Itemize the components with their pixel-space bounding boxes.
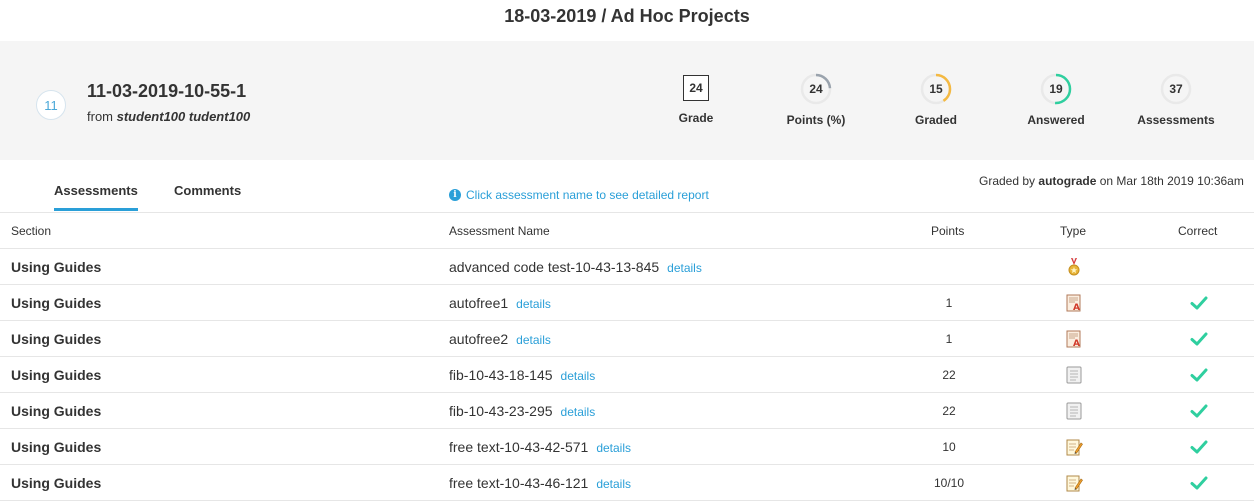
row-assessment-name[interactable]: autofree1 details <box>449 295 551 311</box>
stat-points-label: Points (%) <box>786 113 846 127</box>
row-section: Using Guides <box>11 331 102 347</box>
row-points: 10/10 <box>933 476 965 490</box>
table-row: Using Guides free text-10-43-42-571 detail… <box>0 429 1254 465</box>
row-points: 22 <box>942 404 956 418</box>
medal-icon <box>1064 257 1084 277</box>
stat-graded-value: 15 <box>929 82 943 96</box>
check-icon <box>1189 329 1209 349</box>
assessment-name-text[interactable]: fib-10-43-23-295 <box>449 403 553 419</box>
row-section: Using Guides <box>11 439 102 455</box>
autograded-doc-icon: A <box>1064 293 1084 313</box>
row-points: 1 <box>945 332 953 346</box>
graded-by-date: on Mar 18th 2019 10:36am <box>1099 174 1244 188</box>
graded-by-prefix: Graded by <box>979 174 1036 188</box>
points-ring: 24 <box>800 73 832 105</box>
table-row: Using Guides free text-10-43-46-121 detail… <box>0 465 1254 501</box>
row-section: Using Guides <box>11 403 102 419</box>
hint-text: Click assessment name to see detailed re… <box>466 188 709 202</box>
tab-assessments[interactable]: Assessments <box>54 183 138 211</box>
row-assessment-name[interactable]: autofree2 details <box>449 331 551 347</box>
header-points: Points <box>931 224 965 238</box>
assessment-name-text[interactable]: free text-10-43-42-571 <box>449 439 588 455</box>
table-row: Using Guides autofree2 details 1 A <box>0 321 1254 357</box>
stat-grade-label: Grade <box>678 111 714 125</box>
attempt-summary-panel: 11 11-03-2019-10-55-1 from student100 tu… <box>0 41 1254 160</box>
scroll-doc-icon <box>1064 365 1084 385</box>
stat-graded: 15 Graded <box>881 73 991 127</box>
row-section: Using Guides <box>11 367 102 383</box>
row-section: Using Guides <box>11 259 102 275</box>
assessment-name-text[interactable]: autofree1 <box>449 295 508 311</box>
check-icon <box>1189 437 1209 457</box>
stat-graded-label: Graded <box>914 113 957 127</box>
row-section: Using Guides <box>11 295 102 311</box>
row-assessment-name[interactable]: advanced code test-10-43-13-845 details <box>449 259 702 275</box>
header-assessment-name: Assessment Name <box>449 224 550 238</box>
row-assessment-name[interactable]: free text-10-43-42-571 details <box>449 439 631 455</box>
stat-answered: 19 Answered <box>1001 73 1111 127</box>
pencil-doc-icon <box>1064 437 1084 457</box>
row-points: 10 <box>942 440 956 454</box>
row-points: 1 <box>945 296 953 310</box>
header-type: Type <box>1060 224 1087 238</box>
attempt-from: from student100 tudent100 <box>87 109 250 124</box>
header-section: Section <box>11 224 52 238</box>
details-link[interactable]: details <box>516 297 551 311</box>
table-row: Using Guides fib-10-43-23-295 details 22 <box>0 393 1254 429</box>
info-icon: i <box>449 189 461 201</box>
check-icon <box>1189 401 1209 421</box>
table-header: Section Assessment Name Points Type Corr… <box>0 212 1254 249</box>
details-link[interactable]: details <box>561 369 596 383</box>
table-row: Using Guides autofree1 details 1 A <box>0 285 1254 321</box>
svg-text:A: A <box>1073 339 1080 349</box>
assessment-name-text[interactable]: fib-10-43-18-145 <box>449 367 553 383</box>
assessment-name-text[interactable]: free text-10-43-46-121 <box>449 475 588 491</box>
stat-points-value: 24 <box>809 82 823 96</box>
stat-answered-label: Answered <box>1027 113 1085 127</box>
pencil-doc-icon <box>1064 473 1084 493</box>
stat-answered-value: 19 <box>1049 82 1063 96</box>
grader-name: autograde <box>1038 174 1097 188</box>
scroll-doc-icon <box>1064 401 1084 421</box>
row-points: 22 <box>942 368 956 382</box>
row-assessment-name[interactable]: fib-10-43-18-145 details <box>449 367 595 383</box>
header-correct: Correct <box>1178 224 1218 238</box>
answered-ring: 19 <box>1040 73 1072 105</box>
tab-comments[interactable]: Comments <box>174 183 241 208</box>
autograded-doc-icon: A <box>1064 329 1084 349</box>
svg-text:A: A <box>1073 303 1080 313</box>
stat-grade: 24 Grade <box>641 73 751 125</box>
graded-ring: 15 <box>920 73 952 105</box>
row-assessment-name[interactable]: fib-10-43-23-295 details <box>449 403 595 419</box>
check-icon <box>1189 473 1209 493</box>
table-row: Using Guides fib-10-43-18-145 details 22 <box>0 357 1254 393</box>
grade-box: 24 <box>683 75 709 101</box>
assessments-ring: 37 <box>1160 73 1192 105</box>
assessment-name-text[interactable]: advanced code test-10-43-13-845 <box>449 259 659 275</box>
stat-points: 24 Points (%) <box>761 73 871 127</box>
assessment-name-text[interactable]: autofree2 <box>449 331 508 347</box>
check-icon <box>1189 293 1209 313</box>
details-link[interactable]: details <box>561 405 596 419</box>
details-link[interactable]: details <box>596 441 631 455</box>
from-prefix: from <box>87 109 113 124</box>
attempt-name: 11-03-2019-10-55-1 <box>87 81 247 101</box>
attempt-number-badge: 11 <box>36 90 66 120</box>
row-assessment-name[interactable]: free text-10-43-46-121 details <box>449 475 631 491</box>
details-link[interactable]: details <box>667 261 702 275</box>
student-name: student100 tudent100 <box>116 109 251 124</box>
row-section: Using Guides <box>11 475 102 491</box>
stat-assessments: 37 Assessments <box>1121 73 1231 127</box>
table-row: Using Guides advanced code test-10-43-13-… <box>0 249 1254 285</box>
details-link[interactable]: details <box>516 333 551 347</box>
graded-by: Graded by autograde on Mar 18th 2019 10:… <box>979 174 1244 188</box>
stat-assessments-label: Assessments <box>1137 113 1215 127</box>
page-title: 18-03-2019 / Ad Hoc Projects <box>504 6 750 26</box>
check-icon <box>1189 365 1209 385</box>
stat-assessments-value: 37 <box>1169 82 1183 96</box>
details-link[interactable]: details <box>596 477 631 491</box>
assessment-hint: i Click assessment name to see detailed … <box>449 188 709 202</box>
